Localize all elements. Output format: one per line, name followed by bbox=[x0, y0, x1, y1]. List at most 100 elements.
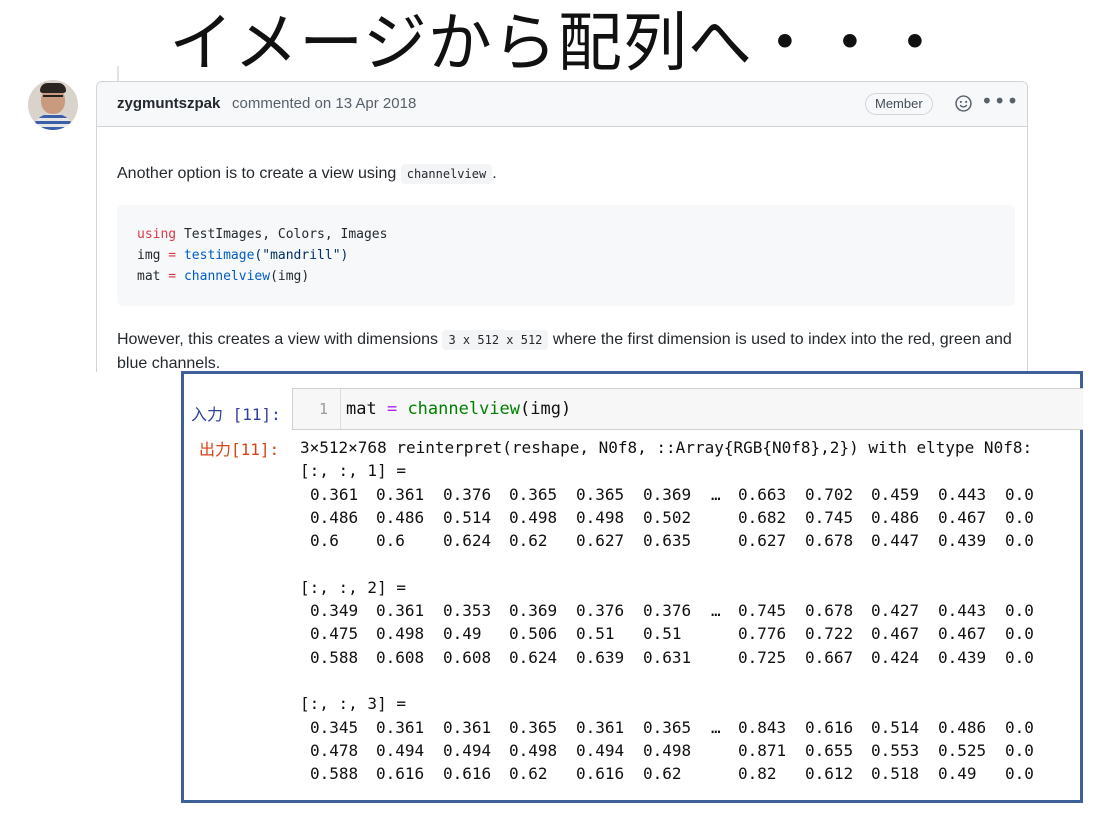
matrix-cell: 0.725 bbox=[738, 647, 787, 667]
matrix-cell: 0.0 bbox=[1005, 531, 1034, 551]
matrix-cell: 0.62 bbox=[509, 531, 548, 551]
matrix-cell: 0.0 bbox=[1005, 764, 1034, 784]
matrix-cell: 0.655 bbox=[805, 740, 854, 760]
matrix-cell: 0.525 bbox=[938, 740, 987, 760]
slice-label: [:, :, 2] = bbox=[300, 577, 406, 597]
matrix-cell: 0.51 bbox=[643, 624, 682, 644]
comment-card: zygmuntszpak commented on 13 Apr 2018 Me… bbox=[96, 81, 1028, 372]
matrix-cell: 0.369 bbox=[509, 601, 558, 621]
matrix-cell: 0.514 bbox=[871, 717, 920, 737]
code-line: mat = channelview(img) bbox=[137, 269, 310, 284]
code-line: img = testimage("mandrill") bbox=[137, 248, 349, 263]
matrix-cell: 0.49 bbox=[938, 764, 977, 784]
matrix-cell: 0.459 bbox=[871, 484, 920, 504]
input-prompt: 入力 [11]: bbox=[191, 405, 281, 424]
matrix-cell: 0.0 bbox=[1005, 601, 1034, 621]
matrix-cell: 0.345 bbox=[310, 717, 359, 737]
matrix-cell: 0.369 bbox=[643, 484, 692, 504]
matrix-cell: 0.498 bbox=[643, 740, 692, 760]
matrix-cell: 0.467 bbox=[938, 624, 987, 644]
matrix-cell: 0.616 bbox=[376, 764, 425, 784]
ellipsis: … bbox=[711, 717, 721, 737]
matrix-cell: 0.486 bbox=[310, 507, 359, 527]
matrix-cell: 0.361 bbox=[310, 484, 359, 504]
matrix-cell: 0.745 bbox=[738, 601, 787, 621]
comment-author-link[interactable]: zygmuntszpak bbox=[117, 95, 220, 112]
matrix-cell: 0.376 bbox=[643, 601, 692, 621]
matrix-cell: 0.494 bbox=[576, 740, 625, 760]
matrix-cell: 0.439 bbox=[938, 647, 987, 667]
matrix-cell: 0.439 bbox=[938, 531, 987, 551]
matrix-cell: 0.361 bbox=[443, 717, 492, 737]
matrix-cell: 0.616 bbox=[805, 717, 854, 737]
matrix-cell: 0.486 bbox=[376, 507, 425, 527]
matrix-cell: 0.843 bbox=[738, 717, 787, 737]
matrix-cell: 0.678 bbox=[805, 601, 854, 621]
matrix-cell: 0.376 bbox=[576, 601, 625, 621]
matrix-cell: 0.553 bbox=[871, 740, 920, 760]
matrix-cell: 0.361 bbox=[376, 601, 425, 621]
comment-timestamp[interactable]: commented on 13 Apr 2018 bbox=[232, 95, 416, 112]
matrix-cell: 0.424 bbox=[871, 647, 920, 667]
matrix-cell: 0.588 bbox=[310, 764, 359, 784]
code-line: using TestImages, Colors, Images bbox=[137, 227, 388, 242]
matrix-cell: 0.0 bbox=[1005, 717, 1034, 737]
matrix-cell: 0.494 bbox=[376, 740, 425, 760]
matrix-cell: 0.51 bbox=[576, 624, 615, 644]
matrix-cell: 0.682 bbox=[738, 507, 787, 527]
matrix-cell: 0.627 bbox=[576, 531, 625, 551]
matrix-cell: 0.624 bbox=[443, 531, 492, 551]
matrix-cell: 0.871 bbox=[738, 740, 787, 760]
matrix-cell: 0.624 bbox=[509, 647, 558, 667]
matrix-cell: 0.0 bbox=[1005, 507, 1034, 527]
matrix-cell: 0.365 bbox=[576, 484, 625, 504]
avatar[interactable] bbox=[28, 80, 78, 130]
matrix-cell: 0.427 bbox=[871, 601, 920, 621]
matrix-cell: 0.776 bbox=[738, 624, 787, 644]
input-cell[interactable]: 1 mat = channelview(img) bbox=[292, 388, 1083, 430]
matrix-cell: 0.443 bbox=[938, 601, 987, 621]
matrix-cell: 0.498 bbox=[576, 507, 625, 527]
matrix-cell: 0.49 bbox=[443, 624, 482, 644]
matrix-cell: 0.612 bbox=[805, 764, 854, 784]
matrix-cell: 0.502 bbox=[643, 507, 692, 527]
comment-paragraph: Another option is to create a view using… bbox=[117, 164, 497, 184]
matrix-cell: 0.0 bbox=[1005, 740, 1034, 760]
matrix-cell: 0.365 bbox=[509, 484, 558, 504]
matrix-cell: 0.447 bbox=[871, 531, 920, 551]
matrix-cell: 0.678 bbox=[805, 531, 854, 551]
matrix-cell: 0.494 bbox=[443, 740, 492, 760]
matrix-cell: 0.0 bbox=[1005, 647, 1034, 667]
inline-code: channelview bbox=[400, 164, 493, 184]
comment-paragraph: However, this creates a view with dimens… bbox=[117, 330, 1012, 372]
matrix-cell: 0.6 bbox=[310, 531, 339, 551]
matrix-cell: 0.486 bbox=[871, 507, 920, 527]
matrix-cell: 0.82 bbox=[738, 764, 777, 784]
matrix-cell: 0.663 bbox=[738, 484, 787, 504]
matrix-cell: 0.478 bbox=[310, 740, 359, 760]
matrix-cell: 0.6 bbox=[376, 531, 405, 551]
matrix-cell: 0.518 bbox=[871, 764, 920, 784]
cell-code[interactable]: mat = channelview(img) bbox=[346, 399, 571, 419]
matrix-cell: 0.467 bbox=[871, 624, 920, 644]
matrix-cell: 0.506 bbox=[509, 624, 558, 644]
matrix-cell: 0.745 bbox=[805, 507, 854, 527]
matrix-cell: 0.475 bbox=[310, 624, 359, 644]
code-block: using TestImages, Colors, Images img = t… bbox=[117, 205, 1015, 306]
matrix-cell: 0.667 bbox=[805, 647, 854, 667]
matrix-cell: 0.0 bbox=[1005, 624, 1034, 644]
matrix-cell: 0.588 bbox=[310, 647, 359, 667]
matrix-cell: 0.62 bbox=[643, 764, 682, 784]
inline-code: 3 x 512 x 512 bbox=[442, 330, 549, 350]
slide-title: イメージから配列へ・・・ bbox=[169, 7, 948, 81]
matrix-cell: 0.635 bbox=[643, 531, 692, 551]
slice-label: [:, :, 1] = bbox=[300, 461, 406, 481]
ellipsis: … bbox=[711, 601, 721, 621]
matrix-cell: 0.608 bbox=[376, 647, 425, 667]
comment-header: zygmuntszpak commented on 13 Apr 2018 Me… bbox=[97, 82, 1027, 127]
smiley-icon[interactable] bbox=[955, 95, 972, 112]
matrix-cell: 0.722 bbox=[805, 624, 854, 644]
matrix-cell: 0.498 bbox=[376, 624, 425, 644]
kebab-menu-icon[interactable]: ••• bbox=[981, 89, 1019, 113]
matrix-cell: 0.361 bbox=[376, 717, 425, 737]
